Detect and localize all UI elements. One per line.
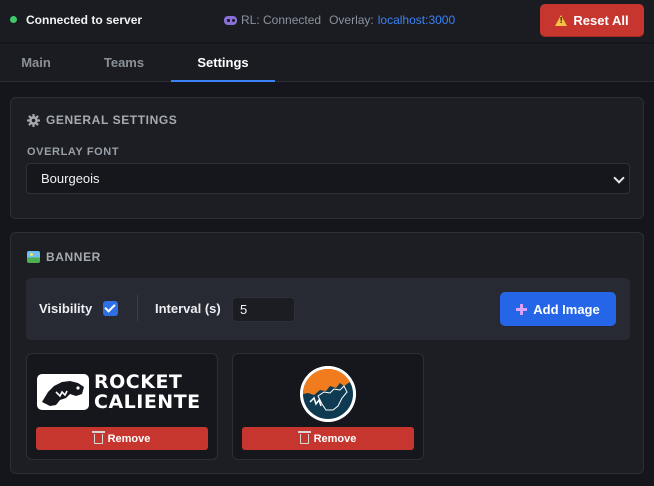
status-dot-icon (10, 16, 17, 23)
visibility-checkbox[interactable] (103, 301, 118, 316)
banner-panel: BANNER Visibility Interval (s) 5 Add Ima… (10, 232, 644, 474)
overlay-font-value: Bourgeois (41, 171, 100, 186)
tab-settings[interactable]: Settings (171, 44, 275, 82)
remove-button[interactable]: Remove (242, 427, 414, 450)
circle-team-logo (300, 366, 356, 422)
reset-all-label: Reset All (573, 13, 629, 28)
reset-all-button[interactable]: Reset All (540, 4, 644, 37)
banner-controls: Visibility Interval (s) 5 Add Image (26, 278, 630, 340)
rl-status-group: RL: Connected Overlay: localhost:3000 (224, 13, 455, 27)
gamepad-icon (224, 16, 237, 25)
add-image-button[interactable]: Add Image (500, 292, 616, 326)
divider (137, 295, 138, 321)
logo-text: ROCKET CALIENTE (94, 372, 201, 412)
banner-image-card: Remove (232, 353, 424, 460)
trash-icon (297, 430, 311, 444)
trash-icon (91, 430, 105, 444)
overlay-url-link[interactable]: localhost:3000 (378, 13, 455, 27)
chevron-down-icon (613, 172, 625, 184)
overlay-font-select[interactable]: Bourgeois (26, 163, 630, 194)
tab-bar: Main Teams Settings (0, 44, 654, 82)
overlay-label: Overlay: (329, 13, 374, 27)
interval-input[interactable]: 5 (232, 297, 295, 322)
banner-image-card: ROCKET CALIENTE Remove (26, 353, 218, 460)
remove-label: Remove (313, 432, 357, 445)
image-icon (27, 251, 40, 263)
warning-icon (555, 15, 568, 26)
plus-icon (516, 303, 528, 315)
logo-text-line2: CALIENTE (94, 391, 201, 413)
gear-icon (27, 113, 40, 127)
interval-label: Interval (s) (155, 301, 221, 316)
tab-teams[interactable]: Teams (86, 44, 162, 82)
top-bar: Connected to server RL: Connected Overlay… (0, 0, 654, 42)
remove-label: Remove (107, 432, 151, 445)
general-settings-label: GENERAL SETTINGS (46, 113, 178, 127)
remove-button[interactable]: Remove (36, 427, 208, 450)
overlay-font-label: OVERLAY FONT (27, 146, 120, 158)
logo-text-line1: ROCKET (94, 371, 183, 393)
general-settings-panel: GENERAL SETTINGS OVERLAY FONT Bourgeois (10, 97, 644, 219)
general-settings-title: GENERAL SETTINGS (27, 113, 177, 127)
rl-status-text: RL: Connected (241, 13, 322, 27)
add-image-label: Add Image (533, 301, 600, 317)
rocket-caliente-logo: ROCKET CALIENTE (36, 372, 210, 412)
banner-title: BANNER (27, 250, 101, 264)
tab-main[interactable]: Main (0, 44, 72, 82)
connection-status: Connected to server (26, 13, 143, 27)
banner-label: BANNER (46, 250, 101, 264)
visibility-label: Visibility (39, 301, 93, 316)
rocket-caliente-emblem-icon (37, 374, 89, 410)
